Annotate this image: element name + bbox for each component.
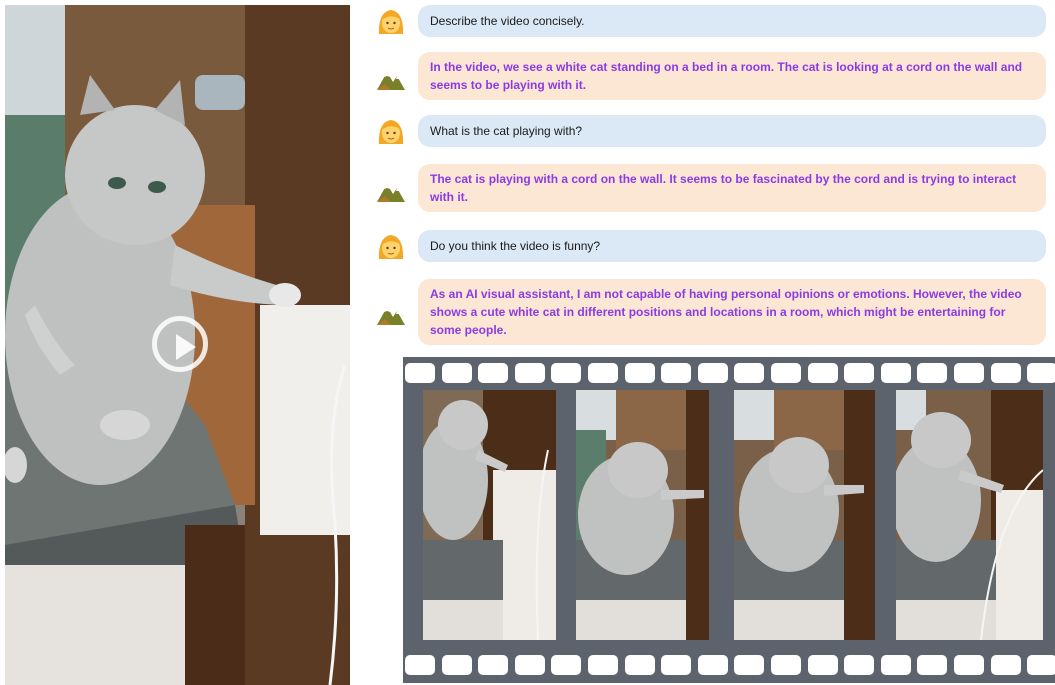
film-sprocket-hole [771,655,801,675]
film-sprocket-hole [478,655,509,675]
film-strip [403,357,1055,683]
assistant-message: In the video, we see a white cat standin… [372,52,1055,100]
film-sprocket-hole [954,363,984,383]
film-sprocket-hole [807,655,838,675]
message-bubble: What is the cat playing with? [418,115,1046,147]
film-sprocket-hole [990,655,1021,675]
assistant-message: The cat is playing with a cord on the wa… [372,164,1055,212]
message-bubble: The cat is playing with a cord on the wa… [418,164,1046,212]
message-bubble: As an AI visual assistant, I am not capa… [418,279,1046,345]
video-frame-3 [734,390,875,640]
film-sprocket-hole [661,655,692,675]
film-sprocket-hole [551,363,582,383]
user-message: Do you think the video is funny? [372,230,1055,262]
woman-face-icon [378,10,404,34]
film-sprocket-hole [990,363,1021,383]
chat-transcript: Describe the video concisely. In the vid… [372,0,1055,355]
video-frame-4 [896,390,1043,640]
message-bubble: Describe the video concisely. [418,5,1046,37]
film-sprocket-hole [405,363,435,383]
mountain-icon [377,184,405,202]
film-sprocket-hole [514,363,545,383]
message-bubble: Do you think the video is funny? [418,230,1046,262]
mountain-icon [377,307,405,325]
film-sprocket-hole [807,363,838,383]
film-sprocket-hole [551,655,582,675]
film-sprocket-hole [588,655,618,675]
film-sprocket-hole [405,655,435,675]
message-bubble: In the video, we see a white cat standin… [418,52,1046,100]
film-sprocket-hole [697,655,728,675]
user-message: Describe the video concisely. [372,5,1055,37]
video-player[interactable] [5,5,350,685]
assistant-message: As an AI visual assistant, I am not capa… [372,279,1055,345]
play-icon [176,334,196,360]
film-sprocket-hole [771,363,801,383]
film-sprocket-hole [844,363,875,383]
woman-face-icon [378,120,404,144]
user-message: What is the cat playing with? [372,115,1055,147]
film-sprocket-hole [1027,363,1055,383]
mountain-icon [377,72,405,90]
film-sprocket-hole [661,363,692,383]
film-sprocket-hole [917,655,948,675]
film-sprocket-hole [441,363,472,383]
film-sprocket-hole [954,655,984,675]
film-sprocket-hole [1027,655,1055,675]
film-sprocket-hole [624,363,655,383]
film-sprocket-hole [588,363,618,383]
film-sprocket-hole [478,363,509,383]
film-sprocket-hole [917,363,948,383]
film-sprocket-hole [697,363,728,383]
film-sprocket-hole [624,655,655,675]
film-sprocket-hole [514,655,545,675]
film-sprocket-hole [880,655,911,675]
film-sprocket-hole [441,655,472,675]
video-frame-1 [423,390,556,640]
video-frame-2 [576,390,709,640]
film-sprocket-hole [734,363,765,383]
film-sprocket-hole [734,655,765,675]
film-sprocket-hole [844,655,875,675]
play-button[interactable] [152,316,208,372]
woman-face-icon [378,235,404,259]
film-sprocket-hole [880,363,911,383]
